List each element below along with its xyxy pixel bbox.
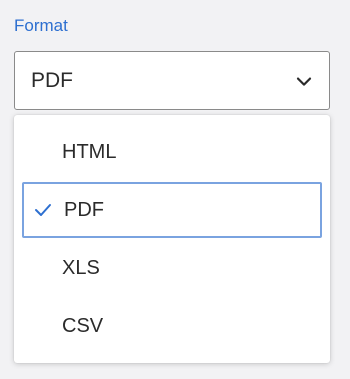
format-option-html[interactable]: HTML bbox=[14, 123, 330, 181]
option-label: PDF bbox=[64, 198, 104, 221]
format-option-pdf[interactable]: PDF bbox=[22, 182, 322, 238]
format-option-csv[interactable]: CSV bbox=[14, 297, 330, 355]
format-option-xls[interactable]: XLS bbox=[14, 239, 330, 297]
format-field-label: Format bbox=[14, 16, 68, 35]
option-label: HTML bbox=[62, 140, 117, 163]
format-dropdown-menu: HTML PDF XLS CSV bbox=[14, 115, 330, 363]
option-label: CSV bbox=[62, 314, 104, 337]
option-label: XLS bbox=[62, 256, 100, 279]
format-select[interactable]: PDF bbox=[14, 51, 330, 110]
chevron-down-icon bbox=[295, 75, 313, 87]
checkmark-icon bbox=[34, 203, 52, 217]
format-select-value: PDF bbox=[31, 68, 73, 92]
